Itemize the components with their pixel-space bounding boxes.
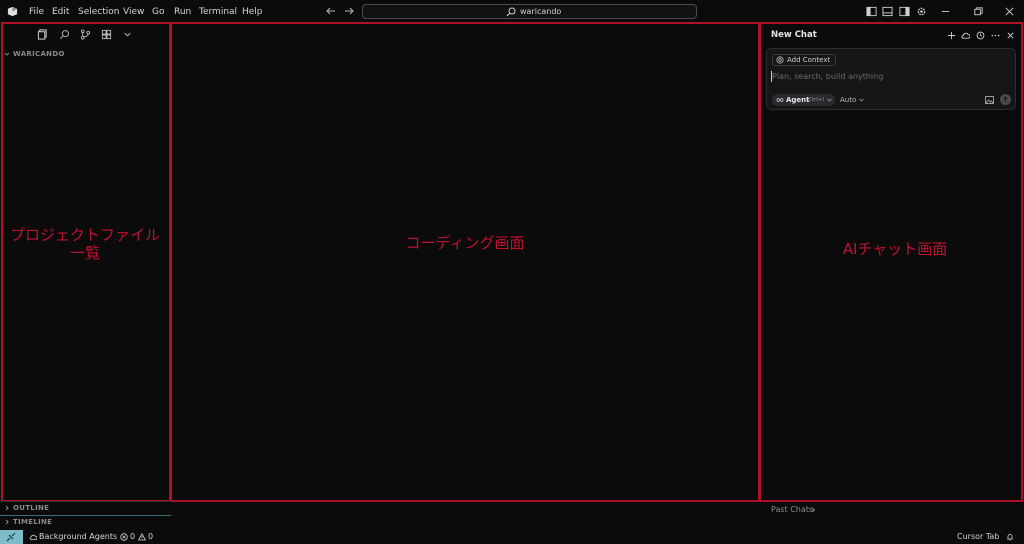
- chevron-right-icon[interactable]: [811, 507, 816, 513]
- error-count[interactable]: 0: [130, 532, 135, 542]
- error-icon[interactable]: [120, 533, 128, 541]
- menu-view[interactable]: View: [123, 6, 144, 18]
- add-context-button[interactable]: Add Context: [772, 54, 837, 66]
- menu-go[interactable]: Go: [152, 6, 164, 18]
- past-chats-link[interactable]: Past Chats: [771, 505, 813, 514]
- minimize-window-icon[interactable]: [940, 6, 951, 17]
- more-options-icon[interactable]: [991, 31, 1000, 40]
- arrow-up-icon: [1003, 96, 1008, 102]
- infinity-icon: [776, 98, 784, 102]
- project-files-annotation-box: [1, 22, 171, 502]
- remote-icon: [6, 532, 16, 542]
- chevron-right-icon: [5, 505, 9, 511]
- chevron-right-icon: [5, 519, 9, 525]
- background-agents-button[interactable]: Background Agents: [39, 532, 117, 542]
- menu-terminal[interactable]: Terminal: [199, 6, 237, 18]
- chevron-down-icon: [827, 98, 832, 102]
- model-selector[interactable]: Auto: [840, 95, 856, 105]
- status-bar: Background Agents 0 0 Cursor Tab: [0, 530, 1024, 544]
- chat-input-card[interactable]: Add Context Plan, search, build anything…: [766, 48, 1016, 110]
- close-chat-icon[interactable]: [1006, 31, 1015, 40]
- remote-connection-button[interactable]: [0, 530, 23, 544]
- coding-screen-annotation: コーディング画面: [405, 234, 525, 252]
- menu-run[interactable]: Run: [174, 6, 191, 18]
- search-text: waricando: [520, 7, 562, 16]
- menu-edit[interactable]: Edit: [52, 6, 69, 18]
- timeline-section[interactable]: TIMELINE: [0, 516, 170, 529]
- title-bar: File Edit Selection View Go Run Terminal…: [0, 0, 1024, 23]
- coding-area-annotation-box: [170, 22, 760, 502]
- toggle-primary-sidebar-icon[interactable]: [866, 6, 877, 17]
- command-search-box[interactable]: waricando: [362, 4, 697, 19]
- project-files-annotation-line1: プロジェクトファイル: [10, 226, 161, 244]
- agent-mode-label: Agent: [786, 96, 810, 104]
- cursor-tab-button[interactable]: Cursor Tab: [957, 532, 999, 542]
- send-button[interactable]: [1000, 94, 1011, 105]
- outline-label: OUTLINE: [13, 504, 50, 512]
- new-chat-plus-icon[interactable]: [947, 31, 956, 40]
- cloud-icon[interactable]: [961, 31, 970, 40]
- history-clock-icon[interactable]: [976, 31, 985, 40]
- toggle-secondary-sidebar-icon[interactable]: [899, 6, 910, 17]
- image-attach-icon[interactable]: [985, 96, 994, 104]
- ai-chat-screen-annotation: AIチャット画面: [842, 240, 948, 258]
- project-files-annotation: プロジェクトファイル 一覧: [10, 226, 160, 262]
- close-window-icon[interactable]: [1004, 6, 1015, 17]
- restore-window-icon[interactable]: [973, 6, 984, 17]
- toggle-panel-icon[interactable]: [882, 6, 893, 17]
- search-icon: [506, 7, 516, 17]
- notifications-bell-icon[interactable]: [1006, 533, 1014, 541]
- cursor-logo-icon: [7, 6, 18, 17]
- at-sign-icon: [776, 56, 784, 64]
- settings-gear-icon[interactable]: [916, 6, 927, 17]
- back-arrow-icon[interactable]: [325, 5, 337, 17]
- forward-arrow-icon[interactable]: [343, 5, 355, 17]
- project-files-annotation-line2: 一覧: [69, 244, 100, 262]
- cloud-icon: [29, 534, 37, 540]
- menu-file[interactable]: File: [29, 6, 44, 18]
- warning-icon[interactable]: [138, 533, 146, 541]
- chevron-down-icon[interactable]: [859, 98, 864, 102]
- chat-title: New Chat: [771, 30, 817, 40]
- menu-selection[interactable]: Selection: [78, 6, 119, 18]
- menu-help[interactable]: Help: [242, 6, 263, 18]
- warning-count[interactable]: 0: [148, 532, 153, 542]
- outline-section[interactable]: OUTLINE: [0, 502, 170, 515]
- add-context-label: Add Context: [787, 56, 831, 64]
- agent-mode-selector[interactable]: Agent Ctrl+I: [772, 94, 835, 106]
- chat-input-placeholder[interactable]: Plan, search, build anything: [772, 72, 883, 81]
- agent-shortcut-label: Ctrl+I: [808, 97, 825, 103]
- timeline-label: TIMELINE: [13, 518, 53, 526]
